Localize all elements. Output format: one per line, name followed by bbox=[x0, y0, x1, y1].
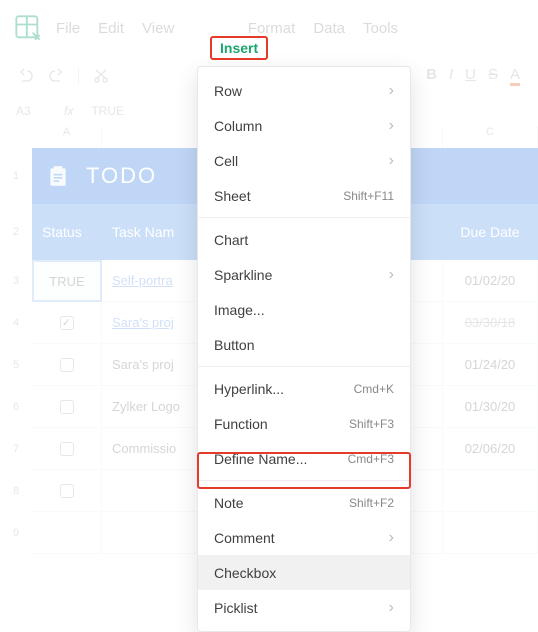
italic-button[interactable]: I bbox=[449, 66, 453, 86]
cell-due-5[interactable]: 01/24/20 bbox=[443, 344, 538, 386]
menu-file[interactable]: File bbox=[56, 20, 80, 37]
cell-due-7[interactable]: 02/06/20 bbox=[443, 428, 538, 470]
cell-due-3[interactable]: 01/02/20 bbox=[443, 260, 538, 302]
chevron-right-icon: › bbox=[389, 530, 394, 546]
row-num[interactable]: 1 bbox=[0, 148, 32, 204]
bold-button[interactable]: B bbox=[426, 66, 437, 86]
dd-note[interactable]: NoteShift+F2 bbox=[198, 485, 410, 520]
dd-cell[interactable]: Cell› bbox=[198, 143, 410, 178]
fontcolor-button[interactable]: A bbox=[510, 66, 520, 86]
dd-function[interactable]: FunctionShift+F3 bbox=[198, 406, 410, 441]
strike-button[interactable]: S bbox=[488, 66, 498, 86]
shortcut-label: Cmd+K bbox=[354, 382, 394, 396]
row-num[interactable]: 4 bbox=[0, 302, 32, 344]
row-num[interactable]: 8 bbox=[0, 470, 32, 512]
cell-ref[interactable]: A3 bbox=[16, 104, 46, 118]
dd-sheet[interactable]: SheetShift+F11 bbox=[198, 178, 410, 213]
shortcut-label: Shift+F11 bbox=[343, 189, 394, 203]
dd-row[interactable]: Row› bbox=[198, 73, 410, 108]
chevron-right-icon: › bbox=[389, 600, 394, 616]
menu-data[interactable]: Data bbox=[313, 20, 345, 37]
menu-view[interactable]: View bbox=[142, 20, 174, 37]
undo-icon[interactable] bbox=[18, 68, 34, 84]
menu-tools[interactable]: Tools bbox=[363, 20, 398, 37]
chevron-right-icon: › bbox=[389, 153, 394, 169]
header-due: Due Date bbox=[443, 204, 538, 260]
checkbox-icon[interactable] bbox=[60, 442, 74, 456]
header-status: Status bbox=[32, 204, 102, 260]
underline-button[interactable]: U bbox=[465, 66, 476, 86]
app-logo-icon bbox=[14, 14, 42, 42]
cell-status-6[interactable] bbox=[32, 386, 102, 428]
shortcut-label: Cmd+F3 bbox=[348, 452, 394, 466]
cut-icon[interactable] bbox=[93, 68, 109, 84]
fx-label: fx bbox=[64, 104, 73, 118]
topbar: File Edit View Insert Format Data Tools bbox=[0, 0, 538, 56]
chevron-right-icon: › bbox=[389, 118, 394, 134]
insert-dropdown: Row› Column› Cell› SheetShift+F11 Chart … bbox=[197, 66, 411, 632]
dd-comment[interactable]: Comment› bbox=[198, 520, 410, 555]
menu-insert[interactable]: Insert bbox=[210, 36, 268, 60]
dd-chart[interactable]: Chart bbox=[198, 222, 410, 257]
dd-image[interactable]: Image... bbox=[198, 292, 410, 327]
cell-status-7[interactable] bbox=[32, 428, 102, 470]
cell-due-4[interactable]: 03/30/18 bbox=[443, 302, 538, 344]
row-num[interactable]: 9 bbox=[0, 512, 32, 554]
row-num[interactable]: 5 bbox=[0, 344, 32, 386]
cell-status-5[interactable] bbox=[32, 344, 102, 386]
dd-column[interactable]: Column› bbox=[198, 108, 410, 143]
menu-format[interactable]: Format bbox=[248, 20, 296, 37]
shortcut-label: Shift+F3 bbox=[349, 417, 394, 431]
row-num[interactable]: 3 bbox=[0, 260, 32, 302]
dd-sparkline[interactable]: Sparkline› bbox=[198, 257, 410, 292]
dd-picklist[interactable]: Picklist› bbox=[198, 590, 410, 625]
checkbox-icon[interactable] bbox=[60, 358, 74, 372]
formula-value[interactable]: TRUE bbox=[91, 104, 124, 118]
checkbox-icon[interactable] bbox=[60, 316, 74, 330]
row-num[interactable]: 2 bbox=[0, 204, 32, 260]
cell-status-4[interactable] bbox=[32, 302, 102, 344]
cell-due-6[interactable]: 01/30/20 bbox=[443, 386, 538, 428]
dd-button[interactable]: Button bbox=[198, 327, 410, 362]
dd-checkbox[interactable]: Checkbox bbox=[198, 555, 410, 590]
row-num[interactable]: 6 bbox=[0, 386, 32, 428]
dd-hyperlink[interactable]: Hyperlink...Cmd+K bbox=[198, 371, 410, 406]
dd-define-name[interactable]: Define Name...Cmd+F3 bbox=[198, 441, 410, 476]
row-num[interactable]: 7 bbox=[0, 428, 32, 470]
menubar: File Edit View Insert Format Data Tools bbox=[56, 20, 398, 37]
clipboard-icon bbox=[38, 156, 78, 196]
format-letters: B I U S A bbox=[426, 66, 520, 86]
checkbox-icon[interactable] bbox=[60, 484, 74, 498]
col-header-a[interactable]: A bbox=[32, 126, 102, 148]
chevron-right-icon: › bbox=[389, 267, 394, 283]
shortcut-label: Shift+F2 bbox=[349, 496, 394, 510]
chevron-right-icon: › bbox=[389, 83, 394, 99]
checkbox-icon[interactable] bbox=[60, 400, 74, 414]
col-header-c[interactable]: C bbox=[443, 126, 538, 148]
todo-title: TODO bbox=[86, 163, 157, 189]
redo-icon[interactable] bbox=[48, 68, 64, 84]
cell-status-3[interactable]: TRUE bbox=[32, 260, 102, 302]
menu-edit[interactable]: Edit bbox=[98, 20, 124, 37]
